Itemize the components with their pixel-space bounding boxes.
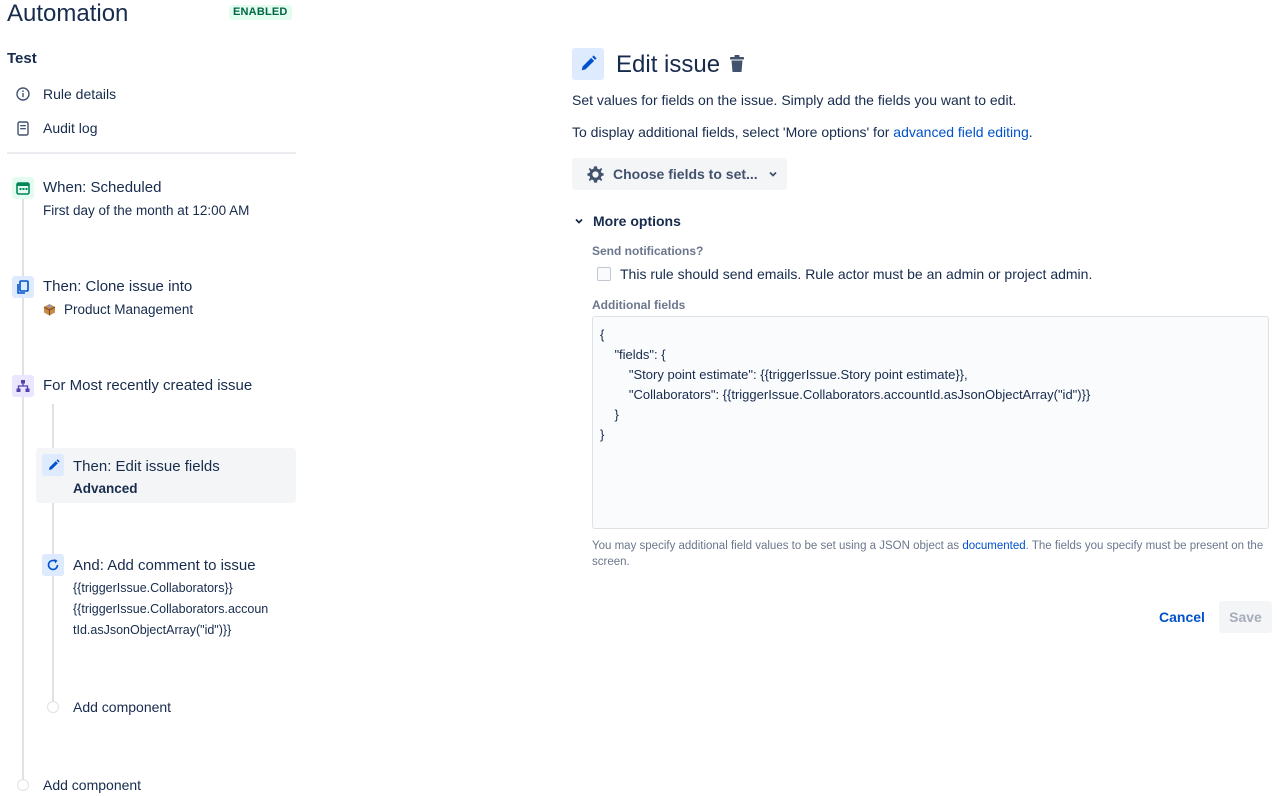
project-icon: [43, 303, 57, 317]
chevron-down-icon: [768, 169, 778, 179]
component-branch[interactable]: For Most recently created issue: [12, 375, 292, 401]
chevron-down-icon: [574, 216, 584, 226]
save-button[interactable]: Save: [1219, 601, 1272, 633]
refresh-icon: [42, 554, 64, 576]
panel-more-info: To display additional fields, select 'Mo…: [572, 124, 1033, 140]
json-line: }: [600, 427, 605, 442]
pencil-icon: [572, 48, 604, 80]
component-title: When: Scheduled: [43, 179, 162, 196]
nav-rule-details[interactable]: Rule details: [14, 83, 116, 105]
component-title: Then: Edit issue fields: [73, 458, 220, 475]
additional-fields-helper: You may specify additional field values …: [592, 538, 1272, 570]
send-notifications-text: This rule should send emails. Rule actor…: [620, 266, 1093, 282]
document-icon: [14, 119, 32, 137]
nav-audit-log[interactable]: Audit log: [14, 117, 97, 139]
component-clone-issue[interactable]: Then: Clone issue into Product Managemen…: [12, 276, 292, 326]
panel-title: Edit issue: [616, 51, 721, 78]
pencil-icon: [42, 454, 64, 476]
component-subtitle-line: {{triggerIssue.Collaborators.accoun: [73, 602, 269, 616]
component-subtitle-line: tId.asJsonObjectArray("id")}}: [73, 623, 232, 637]
component-trigger[interactable]: When: Scheduled First day of the month a…: [12, 177, 292, 227]
app-title: Automation: [7, 0, 129, 27]
status-badge: ENABLED: [229, 5, 292, 20]
more-options-label: More options: [593, 213, 681, 229]
additional-fields-label: Additional fields: [592, 298, 686, 312]
choose-fields-label: Choose fields to set...: [613, 166, 758, 182]
component-subtitle: Product Management: [64, 302, 194, 317]
json-line: "fields": {: [600, 347, 666, 362]
add-component-outer-button[interactable]: Add component: [43, 777, 141, 793]
more-options-toggle[interactable]: More options: [572, 213, 681, 229]
trash-icon[interactable]: [728, 54, 748, 76]
info-icon: [14, 85, 32, 103]
component-subtitle: First day of the month at 12:00 AM: [43, 203, 250, 218]
choose-fields-button[interactable]: Choose fields to set...: [572, 158, 787, 190]
component-title: Then: Clone issue into: [43, 278, 193, 295]
gear-icon: [586, 165, 605, 184]
copy-icon: [12, 276, 34, 298]
rule-name: Test: [7, 50, 37, 67]
json-line: {: [600, 327, 605, 342]
component-title: And: Add comment to issue: [73, 557, 256, 574]
component-subtitle-line: {{triggerIssue.Collaborators}}: [73, 581, 233, 595]
calendar-icon: [12, 177, 34, 199]
send-notifications-checkbox[interactable]: [597, 267, 611, 281]
panel-description: Set values for fields on the issue. Simp…: [572, 92, 1017, 108]
component-title: For Most recently created issue: [43, 377, 253, 394]
nav-label: Rule details: [43, 86, 117, 102]
advanced-field-editing-link[interactable]: advanced field editing: [893, 124, 1028, 140]
component-subtitle: Advanced: [73, 481, 138, 496]
json-line: "Collaborators": {{triggerIssue.Collabor…: [600, 387, 1091, 402]
helper-prefix: You may specify additional field values …: [592, 540, 963, 552]
json-line: }: [600, 407, 619, 422]
add-component-inner-button[interactable]: Add component: [73, 699, 171, 715]
nav-label: Audit log: [43, 120, 98, 136]
sidebar-divider: [7, 152, 296, 154]
add-component-dot: [47, 701, 59, 713]
send-notifications-label: Send notifications?: [592, 244, 704, 258]
branch-icon: [12, 375, 34, 397]
more-info-prefix: To display additional fields, select 'Mo…: [572, 124, 894, 140]
documented-link[interactable]: documented: [962, 540, 1025, 552]
add-component-dot: [17, 779, 29, 791]
cancel-button[interactable]: Cancel: [1152, 601, 1212, 633]
more-info-suffix: .: [1028, 124, 1033, 140]
additional-fields-textarea[interactable]: { "fields": { "Story point estimate": {{…: [592, 316, 1269, 529]
component-add-comment[interactable]: And: Add comment to issue {{triggerIssue…: [42, 554, 292, 644]
json-line: "Story point estimate": {{triggerIssue.S…: [600, 367, 968, 382]
